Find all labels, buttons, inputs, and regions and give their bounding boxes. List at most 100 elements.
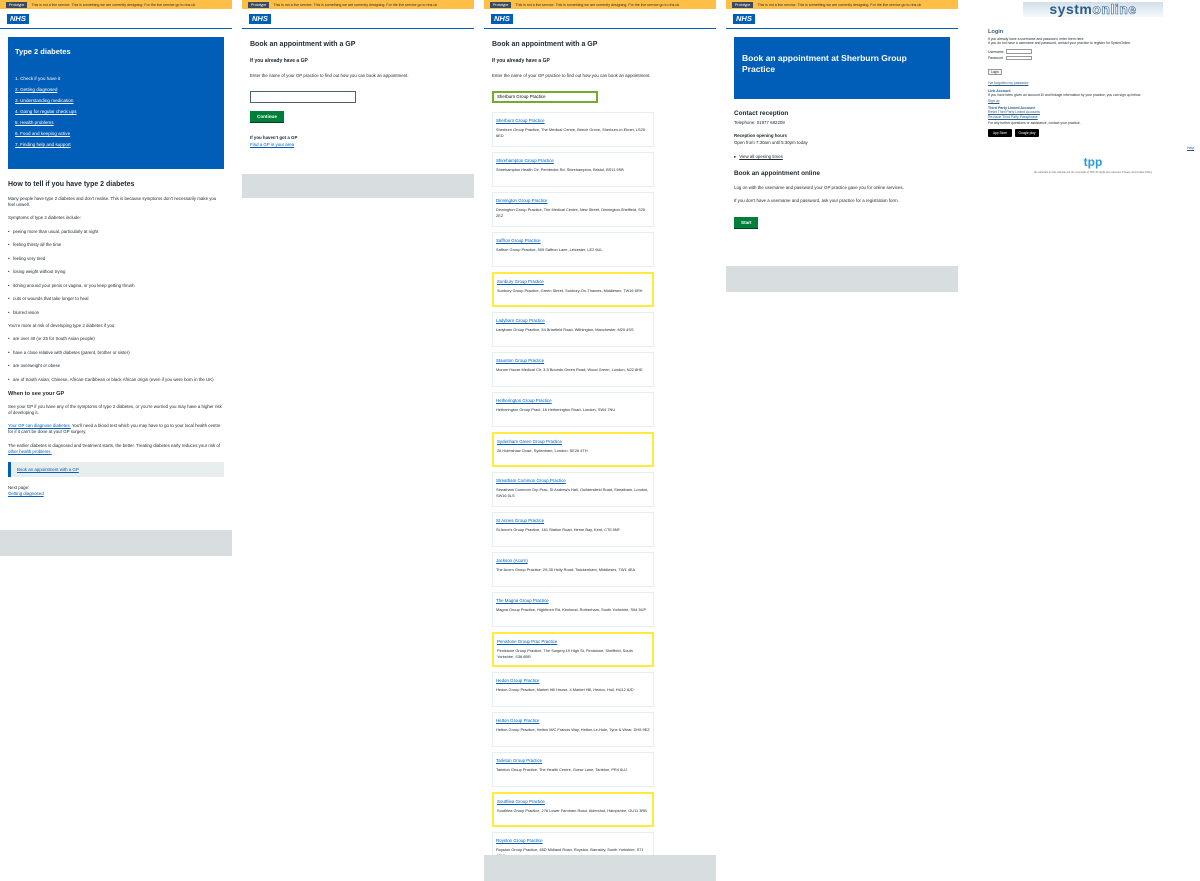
start-button[interactable]: Start: [734, 217, 759, 229]
opening-hours: Open from 7:30am until 5:30pm today: [734, 140, 808, 146]
result-name-link[interactable]: Sunbury Group Practice: [497, 279, 649, 284]
result-name-link[interactable]: The Magna Group Practice: [496, 598, 650, 603]
contents-item: 6. Food and keeping active: [15, 131, 217, 136]
contents-item: 7. Finding help and support: [15, 142, 217, 147]
contents-item: 4. Going for regular check ups: [15, 109, 217, 114]
result-name-link[interactable]: Hetherington Group Practice: [496, 398, 650, 403]
condition-page-panel: Prototype This is not a live service. Th…: [0, 0, 232, 556]
result-card: Southlea Group Practice Southlea Group Pr…: [492, 792, 654, 828]
list-item: are over 40 (or 25 for South Asian peopl…: [8, 336, 224, 342]
result-name-link[interactable]: Royston Group Practice: [496, 838, 650, 843]
contact-heading: Contact reception: [734, 110, 789, 117]
list-item: feeling thirsty all the time: [8, 242, 224, 248]
continue-button[interactable]: Continue: [250, 111, 284, 123]
password-input[interactable]: [1006, 55, 1032, 61]
list-item: peeing more than usual, particularly at …: [8, 229, 224, 235]
book-appointment-cta: Book an appointment with a GP: [8, 462, 224, 478]
diagnose-link[interactable]: Your GP can diagnose diabetes.: [8, 423, 71, 428]
result-address: Dinnington Group Practice, The Medical C…: [496, 207, 646, 218]
result-address: The Acorn Group Practice, 29-35 Holly Ro…: [496, 567, 636, 573]
nhs-header: NHS: [726, 9, 958, 29]
result-name-link[interactable]: Ladybarn Group Practice: [496, 318, 650, 323]
result-name-link[interactable]: Penistone Group Prac Practice: [497, 639, 649, 644]
result-address: Tarleton Group Practice, The Health Cent…: [496, 767, 627, 773]
gp-practice-input[interactable]: [250, 90, 356, 103]
contents-link[interactable]: 7. Finding help and support: [15, 142, 71, 147]
result-name-link[interactable]: Streatham Common Group Practice: [496, 478, 650, 483]
find-gp-link[interactable]: Find a GP in your area: [250, 142, 466, 147]
login-button[interactable]: Login: [988, 69, 1002, 76]
contents-link[interactable]: 5. Health problems: [15, 120, 54, 125]
book-appointment-link[interactable]: Book an appointment with a GP: [17, 467, 79, 472]
result-card: Hedon Group Practice Hedon Group Practice…: [492, 672, 654, 708]
when-text: See your GP if you have any of the sympt…: [8, 403, 222, 416]
username-input[interactable]: [1006, 49, 1032, 54]
result-name-link[interactable]: Dinnington Group Practice: [496, 198, 650, 203]
nhs-logo[interactable]: NHS: [491, 13, 513, 24]
help-link[interactable]: Help: [1187, 146, 1194, 150]
google-play-badge[interactable]: Google play: [1015, 129, 1039, 138]
result-name-link[interactable]: Southlea Group Practice: [497, 799, 649, 804]
next-page-link[interactable]: Getting diagnosed: [8, 491, 224, 497]
contents-link[interactable]: 6. Food and keeping active: [15, 131, 70, 136]
username-row: Username: [988, 49, 1198, 54]
health-problems-link[interactable]: other health problems.: [8, 449, 52, 454]
phase-text: This is not a live service. This is some…: [515, 2, 680, 7]
nhs-logo[interactable]: NHS: [7, 13, 29, 24]
systmonline-logo: systmonline: [1023, 1, 1163, 17]
result-name-link[interactable]: Staunton Group Practice: [496, 358, 650, 363]
result-address: Streatham Common Grp Prac, St Andrew's H…: [496, 487, 649, 498]
result-name-link[interactable]: Shirehampton Group Practice: [496, 158, 650, 163]
result-address: Magna Group Practice, Highthorn Rd, Kimh…: [496, 607, 647, 613]
form-subtitle: If you already have a GP: [492, 58, 550, 64]
view-opening-times-link[interactable]: View all opening times: [739, 154, 783, 160]
nhs-logo[interactable]: NHS: [249, 13, 271, 24]
result-address: Ladybarn Group Practice, 54 Briarfield R…: [496, 327, 634, 333]
reissue-passphrase-link[interactable]: Re-issue Third Party Passphrase: [988, 115, 1198, 119]
signup-link[interactable]: Sign up: [988, 99, 1198, 103]
contents-link[interactable]: 4. Going for regular check ups: [15, 109, 77, 114]
phase-tag: Prototype: [490, 1, 512, 8]
footer: [0, 530, 232, 556]
result-name-link[interactable]: Jackson (Acorn): [496, 558, 650, 563]
result-card: Shirehampton Group Practice Shirehampton …: [492, 152, 654, 188]
forgot-password-link[interactable]: I've forgotten my password: [988, 81, 1198, 85]
contents-item: 5. Health problems: [15, 120, 217, 125]
phase-tag: Prototype: [248, 1, 270, 8]
result-name-link[interactable]: Hetton Group Practice: [496, 718, 650, 723]
result-card: Sherburn Group Practice Sherburn Group Pr…: [492, 112, 654, 148]
symptoms-intro: Symptoms of type 2 diabetes include:: [8, 215, 81, 221]
nhs-logo[interactable]: NHS: [733, 13, 755, 24]
result-name-link[interactable]: Hedon Group Practice: [496, 678, 650, 683]
contents-link[interactable]: 2. Getting diagnosed: [15, 87, 57, 92]
list-item: have a close relative with diabetes (par…: [8, 350, 224, 356]
contents-link[interactable]: 3. Understanding medication: [15, 98, 73, 103]
practice-details-panel: Prototype This is not a live service. Th…: [726, 0, 958, 292]
questions-text: For any further questions or assistance,…: [988, 121, 1081, 126]
result-card: Tarleton Group Practice Tarleton Group Pr…: [492, 752, 654, 788]
section-heading: How to tell if you have type 2 diabetes: [8, 181, 135, 188]
opening-times-toggle[interactable]: ▸ View all opening times: [734, 154, 950, 160]
diagnose-paragraph: Your GP can diagnose diabetes. You'll ne…: [8, 423, 224, 435]
result-name-link[interactable]: Saffron Group Practice: [496, 238, 650, 243]
list-item: losing weight without trying: [8, 269, 224, 275]
app-store-badge[interactable]: App Store: [988, 129, 1012, 138]
result-name-link[interactable]: Sherburn Group Practice: [496, 118, 650, 123]
risk-intro: You're more at risk of developing type 2…: [8, 323, 116, 329]
gp-practice-input[interactable]: [492, 90, 598, 103]
phase-text: This is not a live service. This is some…: [31, 2, 196, 7]
link-account-text: If you have been given an account ID and…: [988, 92, 1142, 97]
logo-part: online: [1092, 1, 1137, 17]
list-item: are overweight or obese: [8, 363, 224, 369]
list-item: feeling very tired: [8, 256, 224, 262]
page-title: Type 2 diabetes: [15, 47, 71, 56]
list-item: are of South Asian, Chinese, African-Car…: [8, 377, 224, 383]
results-list: Sherburn Group Practice Sherburn Group Pr…: [484, 112, 716, 881]
result-name-link[interactable]: St Annes Group Practice: [496, 518, 650, 523]
earlier-paragraph: The earlier diabetes is diagnosed and tr…: [8, 443, 224, 455]
phase-tag: Prototype: [6, 1, 28, 8]
result-name-link[interactable]: Tarleton Group Practice: [496, 758, 650, 763]
result-name-link[interactable]: Sydenham Green Group Practice: [497, 439, 649, 444]
result-card: Dinnington Group Practice Dinnington Grou…: [492, 192, 654, 228]
form-hint: Enter the name of your GP practice to fi…: [492, 73, 651, 78]
